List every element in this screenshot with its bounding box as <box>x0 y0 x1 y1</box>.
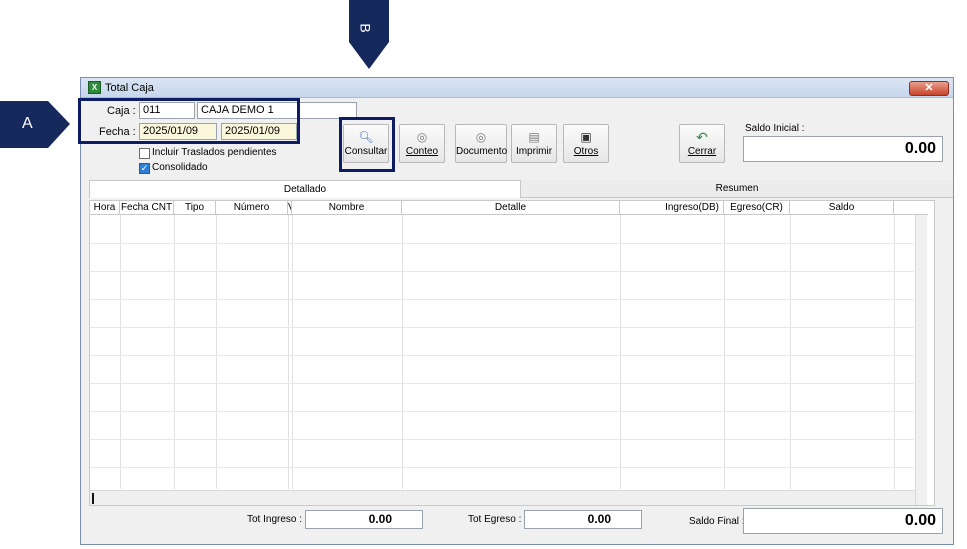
callout-a: A <box>0 101 70 148</box>
horizontal-scrollbar[interactable] <box>90 490 915 505</box>
cerrar-button[interactable]: ↶ Cerrar <box>679 124 725 163</box>
column-header[interactable]: Saldo <box>790 201 894 215</box>
window-title: Total Caja <box>105 82 154 94</box>
consolidado-checkbox[interactable]: ✓ <box>139 163 150 174</box>
title-bar: X Total Caja ✕ <box>81 78 953 98</box>
column-header[interactable]: Número <box>216 201 288 215</box>
close-button[interactable]: ✕ <box>909 81 949 96</box>
column-header[interactable]: Fecha CNT <box>120 201 174 215</box>
column-header[interactable]: Hora <box>90 201 120 215</box>
grid-header: Hora Fecha CNT Tipo Número V Nombre Deta… <box>90 201 928 215</box>
excel-like-icon: X <box>88 81 101 94</box>
document-icon: ▣ <box>580 130 592 144</box>
saldo-inicial-value: 0.00 <box>743 136 943 162</box>
column-header[interactable]: Egreso(CR) <box>724 201 790 215</box>
detalle-grid: Hora Fecha CNT Tipo Número V Nombre Deta… <box>89 200 935 506</box>
imprimir-label: Imprimir <box>515 146 553 157</box>
vertical-scrollbar[interactable] <box>915 215 927 505</box>
callout-b-label: B <box>357 23 374 33</box>
printer-icon: ▤ <box>528 130 540 144</box>
documento-button[interactable]: ◎ Documento <box>455 124 507 163</box>
view-tabs: Detallado Resumen <box>89 180 953 198</box>
cerrar-label: Cerrar <box>687 146 717 157</box>
saldo-final-label: Saldo Final : <box>689 516 745 527</box>
conteo-label: Conteo <box>405 146 439 157</box>
otros-label: Otros <box>573 146 599 157</box>
incluir-traslados-label: Incluir Traslados pendientes <box>152 147 277 158</box>
consolidado-label: Consolidado <box>152 162 208 173</box>
documento-label: Documento <box>456 146 508 157</box>
callout-b: B <box>349 0 389 69</box>
highlight-frame-a <box>78 98 300 144</box>
tot-ingreso-value: 0.00 <box>305 510 423 529</box>
tab-detallado[interactable]: Detallado <box>89 180 521 198</box>
highlight-frame-b <box>339 117 395 172</box>
column-header[interactable]: Detalle <box>402 201 620 215</box>
tot-egreso-label: Tot Egreso : <box>468 514 522 525</box>
tab-resumen[interactable]: Resumen <box>521 180 953 198</box>
otros-button[interactable]: ▣ Otros <box>563 124 609 163</box>
tot-ingreso-label: Tot Ingreso : <box>247 514 303 525</box>
incluir-traslados-checkbox[interactable] <box>139 148 150 159</box>
undo-arrow-icon: ↶ <box>696 129 708 145</box>
saldo-inicial-label: Saldo Inicial : <box>745 123 805 134</box>
saldo-final-value: 0.00 <box>743 508 943 534</box>
tot-egreso-value: 0.00 <box>524 510 642 529</box>
scrollbar-thumb[interactable] <box>92 493 94 504</box>
total-caja-window: X Total Caja ✕ Caja : 011 CAJA DEMO 1 Fe… <box>80 77 954 545</box>
conteo-button[interactable]: ◎ Conteo <box>399 124 445 163</box>
column-header[interactable]: Ingreso(DB) <box>620 201 724 215</box>
column-header[interactable]: Tipo <box>174 201 216 215</box>
column-header[interactable]: Nombre <box>292 201 402 215</box>
coins-icon: ◎ <box>416 130 428 144</box>
coins-icon: ◎ <box>475 130 487 144</box>
callout-a-label: A <box>22 115 33 132</box>
imprimir-button[interactable]: ▤ Imprimir <box>511 124 557 163</box>
